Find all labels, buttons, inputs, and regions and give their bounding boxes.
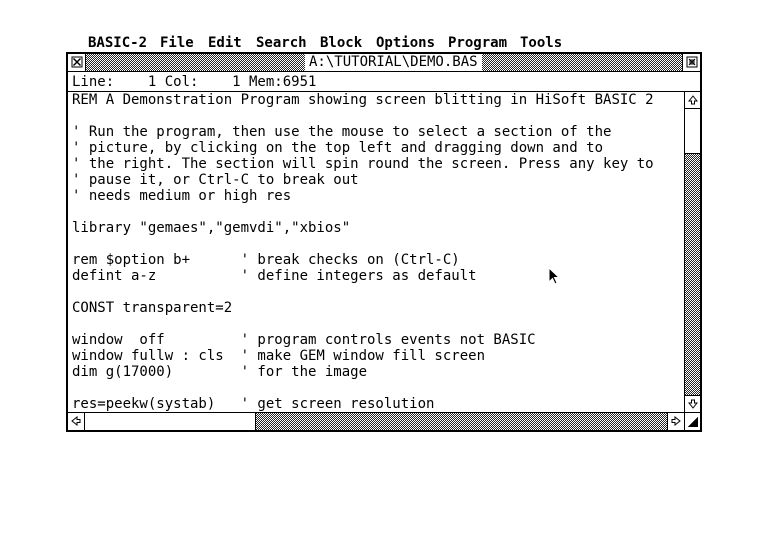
code-line[interactable]: REM A Demonstration Program showing scre… [68, 92, 684, 108]
code-line[interactable] [68, 236, 684, 252]
menu-basic2[interactable]: BASIC-2 [88, 34, 147, 52]
code-lines: REM A Demonstration Program showing scre… [68, 92, 684, 412]
menu-search[interactable]: Search [256, 34, 307, 52]
code-line[interactable] [68, 284, 684, 300]
code-line[interactable] [68, 316, 684, 332]
scroll-right-arrow-icon[interactable] [667, 413, 684, 430]
menu-bar: BASIC-2 File Edit Search Block Options P… [0, 34, 768, 52]
code-line[interactable]: window off ' program controls events not… [68, 332, 684, 348]
menu-options[interactable]: Options [376, 34, 435, 52]
code-line[interactable]: ' the right. The section will spin round… [68, 156, 684, 172]
code-line[interactable]: defint a-z ' define integers as default [68, 268, 684, 284]
menu-file[interactable]: File [160, 34, 194, 52]
code-line[interactable]: window fullw : cls ' make GEM window fil… [68, 348, 684, 364]
code-line[interactable] [68, 380, 684, 396]
code-line[interactable]: ' Run the program, then use the mouse to… [68, 124, 684, 140]
info-line: Line: 1 Col: 1 Mem:6951 [68, 72, 700, 92]
code-line[interactable]: ' needs medium or high res [68, 188, 684, 204]
scroll-down-arrow-icon[interactable] [685, 395, 700, 412]
code-line[interactable]: rem $option b+ ' break checks on (Ctrl-C… [68, 252, 684, 268]
code-editor[interactable]: REM A Demonstration Program showing scre… [68, 92, 684, 412]
code-line[interactable]: dim g(17000) ' for the image [68, 364, 684, 380]
editor-window: A:\TUTORIAL\DEMO.BAS Line: 1 Col: 1 Mem:… [66, 52, 702, 432]
menu-program[interactable]: Program [448, 34, 507, 52]
code-line[interactable]: ' picture, by clicking on the top left a… [68, 140, 684, 156]
window-title-bar[interactable]: A:\TUTORIAL\DEMO.BAS [68, 54, 700, 72]
menu-tools[interactable]: Tools [520, 34, 562, 52]
window-sizer[interactable] [684, 413, 700, 430]
vertical-scrollbar[interactable] [684, 92, 700, 412]
horizontal-scrollbar[interactable] [68, 412, 700, 430]
scroll-left-arrow-icon[interactable] [68, 413, 85, 430]
code-line[interactable]: res=peekw(systab) ' get screen resolutio… [68, 396, 684, 412]
resize-icon[interactable] [688, 416, 698, 427]
fuller-box-icon[interactable] [682, 54, 700, 71]
window-title: A:\TUTORIAL\DEMO.BAS [305, 54, 482, 71]
menu-edit[interactable]: Edit [208, 34, 242, 52]
code-line[interactable] [68, 108, 684, 124]
close-box-icon[interactable] [68, 54, 86, 71]
code-line[interactable]: library "gemaes","gemvdi","xbios" [68, 220, 684, 236]
horizontal-scroll-thumb[interactable] [85, 413, 256, 430]
vertical-scroll-thumb[interactable] [685, 109, 700, 154]
scroll-up-arrow-icon[interactable] [685, 92, 700, 109]
code-line[interactable] [68, 204, 684, 220]
code-line[interactable]: CONST transparent=2 [68, 300, 684, 316]
menu-block[interactable]: Block [320, 34, 362, 52]
code-line[interactable]: ' pause it, or Ctrl-C to break out [68, 172, 684, 188]
mouse-pointer-icon [548, 266, 561, 289]
